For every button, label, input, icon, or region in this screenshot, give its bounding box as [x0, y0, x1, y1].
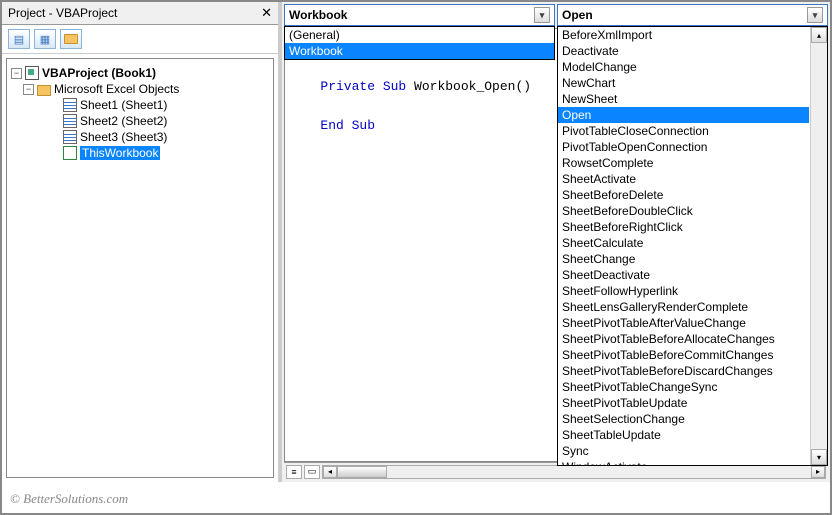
collapse-icon[interactable]: −: [11, 68, 22, 79]
project-explorer: Project - VBAProject ✕ ▤ ▦ − VBAProject …: [2, 2, 282, 482]
view-code-button[interactable]: ▤: [8, 29, 30, 49]
scroll-thumb[interactable]: [337, 466, 387, 478]
scroll-down-icon[interactable]: ▾: [811, 449, 827, 465]
dropdown-item[interactable]: SheetLensGalleryRenderComplete: [558, 299, 809, 315]
tree-item-sheet[interactable]: Sheet3 (Sheet3): [11, 129, 269, 145]
tree-item-sheet[interactable]: Sheet2 (Sheet2): [11, 113, 269, 129]
dropdown-item[interactable]: SheetPivotTableChangeSync: [558, 379, 809, 395]
tree-item-label: ThisWorkbook: [80, 146, 160, 160]
tree-item-workbook[interactable]: ThisWorkbook: [11, 145, 269, 161]
folder-icon: [64, 34, 78, 44]
procedure-dropdown: ▴ ▾ BeforeXmlImportDeactivateModelChange…: [557, 26, 828, 466]
object-dropdown: (General) Workbook: [284, 26, 555, 60]
dropdown-item[interactable]: SheetPivotTableAfterValueChange: [558, 315, 809, 331]
full-module-view-button[interactable]: ▭: [304, 465, 320, 479]
combobox-value: Open: [562, 8, 593, 22]
procedure-combobox[interactable]: Open ▾ ▴ ▾ BeforeXmlImportDeactivateMode…: [557, 4, 828, 26]
dropdown-item[interactable]: SheetBeforeDelete: [558, 187, 809, 203]
dropdown-item[interactable]: PivotTableOpenConnection: [558, 139, 809, 155]
project-toolbar: ▤ ▦: [2, 25, 278, 54]
toggle-folders-button[interactable]: [60, 29, 82, 49]
tree-item-sheet[interactable]: Sheet1 (Sheet1): [11, 97, 269, 113]
dropdown-item[interactable]: Deactivate: [558, 43, 809, 59]
procedure-view-button[interactable]: ≡: [286, 465, 302, 479]
close-icon[interactable]: ✕: [261, 5, 272, 21]
dropdown-item[interactable]: SheetFollowHyperlink: [558, 283, 809, 299]
dropdown-item[interactable]: NewSheet: [558, 91, 809, 107]
sheet-icon: [63, 114, 77, 128]
dropdown-item[interactable]: ModelChange: [558, 59, 809, 75]
folder-icon: [37, 85, 51, 96]
dropdown-item[interactable]: SheetPivotTableBeforeAllocateChanges: [558, 331, 809, 347]
chevron-down-icon[interactable]: ▾: [534, 7, 550, 23]
combobox-value: Workbook: [289, 8, 347, 22]
dropdown-item[interactable]: PivotTableCloseConnection: [558, 123, 809, 139]
dropdown-item[interactable]: SheetChange: [558, 251, 809, 267]
dropdown-item[interactable]: BeforeXmlImport: [558, 27, 809, 43]
sheet-icon: [63, 130, 77, 144]
dropdown-item[interactable]: Workbook: [285, 43, 554, 59]
dropdown-item[interactable]: Open: [558, 107, 809, 123]
tree-item-label: Sheet2 (Sheet2): [80, 114, 167, 128]
tree-root[interactable]: − VBAProject (Book1): [11, 65, 269, 81]
dropdown-item[interactable]: SheetTableUpdate: [558, 427, 809, 443]
sheet-icon: [63, 98, 77, 112]
scroll-left-icon[interactable]: ◂: [323, 466, 337, 478]
dropdown-item[interactable]: SheetDeactivate: [558, 267, 809, 283]
dropdown-item[interactable]: SheetActivate: [558, 171, 809, 187]
dropdown-item[interactable]: NewChart: [558, 75, 809, 91]
dropdown-item[interactable]: SheetPivotTableBeforeCommitChanges: [558, 347, 809, 363]
scroll-right-icon[interactable]: ▸: [811, 466, 825, 478]
code-keyword: End Sub: [320, 118, 375, 133]
dropdown-item[interactable]: SheetSelectionChange: [558, 411, 809, 427]
watermark: © BetterSolutions.com: [10, 491, 128, 507]
project-tree[interactable]: − VBAProject (Book1) − Microsoft Excel O…: [6, 58, 274, 478]
dropdown-item[interactable]: Sync: [558, 443, 809, 459]
tree-folder-label: Microsoft Excel Objects: [54, 82, 179, 96]
project-icon: [25, 66, 39, 80]
dropdown-item[interactable]: (General): [285, 27, 554, 43]
dropdown-item[interactable]: SheetCalculate: [558, 235, 809, 251]
horizontal-scrollbar[interactable]: ◂ ▸: [322, 465, 826, 479]
tree-root-label: VBAProject (Book1): [42, 66, 156, 80]
scrollbar[interactable]: ▴ ▾: [810, 27, 827, 465]
collapse-icon[interactable]: −: [23, 84, 34, 95]
project-explorer-title: Project - VBAProject: [8, 6, 117, 20]
workbook-icon: [63, 146, 77, 160]
dropdown-item[interactable]: RowsetComplete: [558, 155, 809, 171]
view-object-button[interactable]: ▦: [34, 29, 56, 49]
code-panel: Workbook ▾ (General) Workbook Open ▾ ▴ ▾…: [282, 2, 830, 482]
chevron-down-icon[interactable]: ▾: [807, 7, 823, 23]
code-text: Workbook_Open(): [406, 79, 531, 94]
project-explorer-header: Project - VBAProject ✕: [2, 2, 278, 25]
dropdown-item[interactable]: SheetBeforeDoubleClick: [558, 203, 809, 219]
dropdown-item[interactable]: SheetPivotTableBeforeDiscardChanges: [558, 363, 809, 379]
code-keyword: Private Sub: [320, 79, 406, 94]
object-combobox[interactable]: Workbook ▾ (General) Workbook: [284, 4, 555, 26]
tree-item-label: Sheet1 (Sheet1): [80, 98, 167, 112]
tree-folder[interactable]: − Microsoft Excel Objects: [11, 81, 269, 97]
dropdown-item[interactable]: WindowActivate: [558, 459, 809, 466]
dropdown-item[interactable]: SheetBeforeRightClick: [558, 219, 809, 235]
tree-item-label: Sheet3 (Sheet3): [80, 130, 167, 144]
dropdown-item[interactable]: SheetPivotTableUpdate: [558, 395, 809, 411]
scroll-up-icon[interactable]: ▴: [811, 27, 827, 43]
